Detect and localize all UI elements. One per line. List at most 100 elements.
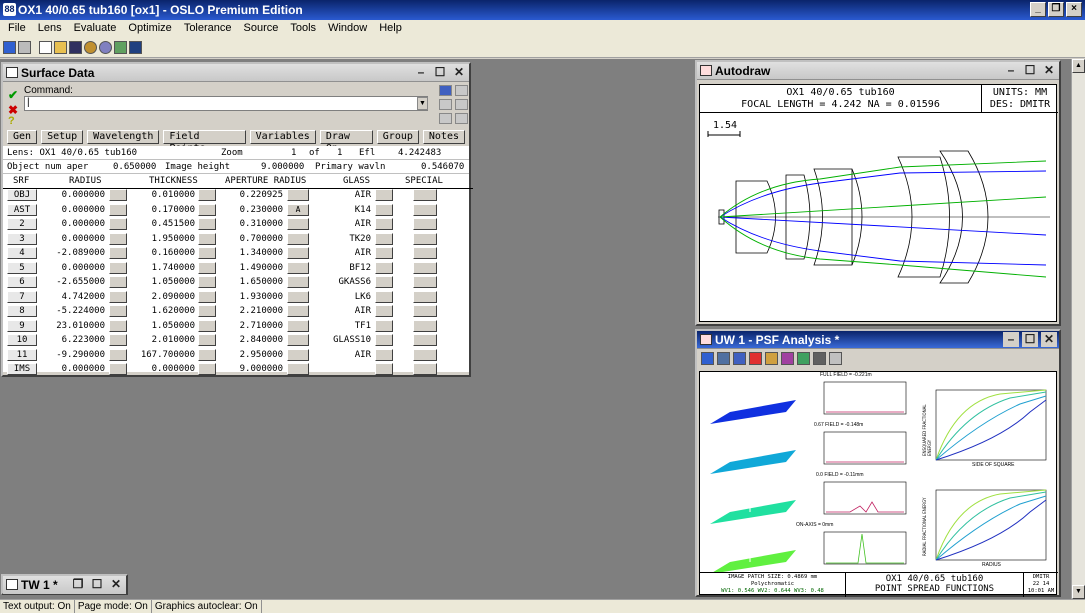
chart-icon[interactable] [114,41,127,54]
radius-cell[interactable]: 6.223000 [43,333,105,347]
special-button[interactable] [413,363,437,375]
thickness-solve-button[interactable] [198,189,216,201]
lines-icon[interactable] [813,352,826,365]
thickness-cell[interactable]: 167.700000 [125,348,195,362]
special-button[interactable] [413,218,437,230]
thickness-cell[interactable]: 0.010000 [125,188,195,202]
surface-number-button[interactable]: 6 [7,276,37,288]
glass-options-button[interactable] [375,319,393,332]
scroll-up-icon[interactable]: ▲ [1072,59,1085,73]
tw-titlebar[interactable]: TW 1 * ❐ ☐ ✕ [3,576,126,594]
new-file-icon[interactable] [39,41,52,54]
thickness-solve-button[interactable] [198,276,216,288]
thickness-cell[interactable]: 1.950000 [125,232,195,246]
special-button[interactable] [413,261,437,274]
special-button[interactable] [413,290,437,303]
group-button[interactable]: Group [376,130,419,144]
aperture-cell[interactable]: 0.700000 [219,232,283,246]
aperture-cell[interactable]: 2.210000 [219,304,283,318]
thickness-cell[interactable]: 1.740000 [125,261,195,275]
aperture-flag-button[interactable] [287,247,309,259]
menu-window[interactable]: Window [322,20,373,38]
autodraw-titlebar[interactable]: Autodraw – ☐ ✕ [697,62,1059,80]
close-icon[interactable]: ✕ [451,65,467,80]
special-button[interactable] [413,319,437,332]
psf-plot[interactable]: ENSQUARED FRACTIONAL ENERGY SIDE OF SQUA… [699,371,1058,597]
special-button[interactable] [413,247,437,259]
thickness-cell[interactable]: 2.090000 [125,290,195,304]
aperture-flag-button[interactable] [287,305,309,317]
special-button[interactable] [413,203,437,216]
crosshair-icon[interactable] [829,352,842,365]
menu-source[interactable]: Source [238,20,285,38]
thickness-cell[interactable]: 0.451500 [125,217,195,231]
glass-options-button[interactable] [375,247,393,259]
edit-icon[interactable] [455,113,468,124]
glass-options-button[interactable] [375,276,393,288]
lens-drawing[interactable]: OX1 40/0.65 tub160 FOCAL LENGTH = 4.242 … [699,84,1058,322]
thickness-solve-button[interactable] [198,261,216,274]
surface-number-button[interactable]: 8 [7,305,37,317]
maximize-icon[interactable]: ☐ [89,577,105,592]
spreadsheet-icon[interactable] [3,41,16,54]
check-icon[interactable]: ✔ [8,88,18,102]
close-button[interactable]: × [1066,2,1082,17]
radius-cell[interactable]: -5.224000 [43,304,105,318]
text-window-minimized[interactable]: TW 1 * ❐ ☐ ✕ [1,574,128,595]
thickness-solve-button[interactable] [198,218,216,230]
object-aperture-value[interactable]: 0.650000 [113,160,156,174]
glass-cell[interactable]: AIR [315,188,371,202]
options-icon[interactable] [717,352,730,365]
aperture-flag-button[interactable] [287,334,309,346]
lens-name[interactable]: Lens: OX1 40/0.65 tub160 [7,146,137,160]
surface-number-button[interactable]: AST [7,203,37,216]
maximize-icon[interactable]: ☐ [1022,63,1038,78]
glass-options-button[interactable] [375,305,393,317]
thickness-cell[interactable]: 0.000000 [125,362,195,376]
radius-cell[interactable]: 0.000000 [43,203,105,217]
special-button[interactable] [413,348,437,361]
glass-options-button[interactable] [375,218,393,230]
command-input[interactable]: | [24,96,428,111]
surface-number-button[interactable]: 3 [7,232,37,245]
thickness-solve-button[interactable] [198,305,216,317]
glass-cell[interactable]: TK20 [315,232,371,246]
aperture-cell[interactable]: 0.220925 [219,188,283,202]
surface-data-titlebar[interactable]: Surface Data – ☐ ✕ [3,64,469,82]
thickness-solve-button[interactable] [198,363,216,375]
radius-cell[interactable]: 0.000000 [43,188,105,202]
radius-cell[interactable]: 0.000000 [43,362,105,376]
surface-number-button[interactable]: 9 [7,319,37,332]
glass-cell[interactable]: AIR [315,246,371,260]
glass-options-button[interactable] [375,261,393,274]
spreadsheet-icon[interactable] [701,352,714,365]
aperture-cell[interactable]: 9.000000 [219,362,283,376]
aperture-flag-button[interactable] [287,348,309,361]
aperture-flag-button[interactable]: A [287,203,309,216]
primary-wavelength-value[interactable]: 0.546070 [421,160,464,174]
aperture-cell[interactable]: 1.930000 [219,290,283,304]
glass-options-button[interactable] [375,334,393,346]
glass-cell[interactable]: BF12 [315,261,371,275]
aperture-flag-button[interactable] [287,232,309,245]
restore-icon[interactable]: ❐ [70,577,86,592]
blank-icon[interactable] [18,41,31,54]
aperture-flag-button[interactable] [287,363,309,375]
thickness-solve-button[interactable] [198,290,216,303]
aperture-flag-button[interactable] [287,261,309,274]
surface-number-button[interactable]: IMS [7,363,37,375]
restore-button[interactable]: ❐ [1048,2,1064,17]
aperture-flag-button[interactable] [287,189,309,201]
variables-button[interactable]: Variables [249,130,316,144]
glass-cell[interactable]: AIR [315,304,371,318]
grid-icon[interactable] [455,85,468,96]
thickness-cell[interactable]: 1.620000 [125,304,195,318]
scroll-down-icon[interactable]: ▼ [1072,585,1085,599]
minimize-button[interactable]: _ [1030,2,1046,17]
special-button[interactable] [413,189,437,201]
flask-icon[interactable] [733,352,746,365]
surface-number-button[interactable]: 7 [7,290,37,303]
aperture-cell[interactable]: 2.710000 [219,319,283,333]
open-folder-icon[interactable] [54,41,67,54]
glass-cell[interactable]: K14 [315,203,371,217]
